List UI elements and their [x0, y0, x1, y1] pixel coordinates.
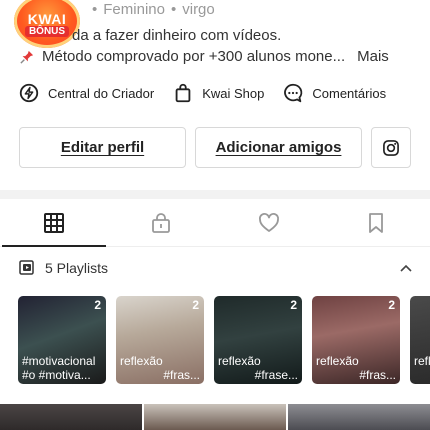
- playlist-video-count: 2: [290, 298, 297, 312]
- tab-videos[interactable]: [0, 200, 108, 247]
- creator-center-link[interactable]: Central do Criador: [18, 82, 154, 104]
- playlist-tag: reflexão: [120, 354, 163, 368]
- tab-saved[interactable]: [323, 200, 430, 246]
- profile-actions: Editar perfil Adicionar amigos: [19, 127, 411, 168]
- video-thumbnail[interactable]: [144, 404, 286, 430]
- video-thumbnail[interactable]: [0, 404, 142, 430]
- lightning-circle-icon: [19, 83, 39, 103]
- separator-dot: •: [170, 1, 177, 18]
- video-thumbnail[interactable]: [288, 404, 430, 430]
- instagram-icon: [383, 139, 399, 156]
- kwai-bonus-badge[interactable]: KWAI BÔNUS: [14, 0, 80, 48]
- playlists-header[interactable]: 5 Playlists: [19, 260, 414, 276]
- add-friends-button[interactable]: Adicionar amigos: [195, 127, 362, 168]
- heart-icon: [258, 213, 279, 232]
- profile-gender: Feminino: [103, 1, 165, 18]
- playlist-tag-secondary: #fras...: [163, 368, 200, 382]
- profile-meta: • Feminino • virgo: [86, 1, 215, 18]
- creator-center-label: Central do Criador: [48, 85, 155, 101]
- playlist-video-count: 2: [192, 298, 199, 312]
- playlist-tag: reflexão: [316, 354, 359, 368]
- bio-line-2: Método comprovado por +300 alunos mone..…: [20, 48, 389, 65]
- comments-link[interactable]: Comentários: [282, 82, 386, 104]
- badge-title: KWAI: [27, 10, 67, 27]
- playlist-tag-secondary: #frase...: [254, 368, 298, 382]
- profile-links: Central do Criador Kwai Shop Comentários: [18, 82, 418, 104]
- video-grid: [0, 404, 430, 430]
- playlist-tag: reflexão: [218, 354, 261, 368]
- bio-line-1: da a fazer dinheiro com vídeos.: [72, 27, 282, 44]
- playlist-card[interactable]: refle: [410, 296, 430, 384]
- playlist-tag-secondary: #fras...: [359, 368, 396, 382]
- bio-text: Método comprovado por +300 alunos mone..…: [42, 48, 346, 65]
- playlist-video-count: 2: [94, 298, 101, 312]
- comment-bubble-icon: [284, 83, 303, 103]
- playlist-card[interactable]: 2 reflexão #frase...: [214, 296, 302, 384]
- playlists-count: 5 Playlists: [45, 260, 109, 276]
- playlist-card[interactable]: 2 reflexão #fras...: [116, 296, 204, 384]
- bookmark-icon: [369, 213, 384, 233]
- comments-label: Comentários: [312, 85, 387, 101]
- playlist-tag: #motivacional: [22, 354, 96, 368]
- lock-bag-icon: [152, 213, 171, 233]
- playlist-icon: [19, 260, 34, 275]
- playlist-tag-secondary: #o #motiva...: [22, 368, 91, 382]
- shopping-bag-icon: [175, 83, 191, 103]
- chevron-up-icon[interactable]: [398, 260, 414, 276]
- kwai-shop-label: Kwai Shop: [202, 85, 265, 101]
- section-divider: [0, 190, 430, 199]
- bio-more-link[interactable]: Mais: [357, 48, 389, 65]
- instagram-button[interactable]: [371, 127, 411, 168]
- playlist-card[interactable]: 2 #motivacional #o #motiva...: [18, 296, 106, 384]
- tab-liked[interactable]: [215, 200, 323, 246]
- playlist-video-count: 2: [388, 298, 395, 312]
- pin-icon: [20, 50, 34, 64]
- tab-private[interactable]: [108, 200, 216, 246]
- profile-sign: virgo: [182, 1, 215, 18]
- playlist-carousel: 2 #motivacional #o #motiva... 2 reflexão…: [18, 296, 430, 384]
- kwai-shop-link[interactable]: Kwai Shop: [172, 82, 264, 104]
- profile-tabs: [0, 200, 430, 247]
- edit-profile-button[interactable]: Editar perfil: [19, 127, 186, 168]
- badge-subtitle: BÔNUS: [24, 25, 70, 37]
- separator-dot: •: [92, 1, 98, 18]
- grid-icon: [43, 213, 64, 233]
- playlist-card[interactable]: 2 reflexão #fras...: [312, 296, 400, 384]
- playlist-tag: refle: [414, 354, 430, 368]
